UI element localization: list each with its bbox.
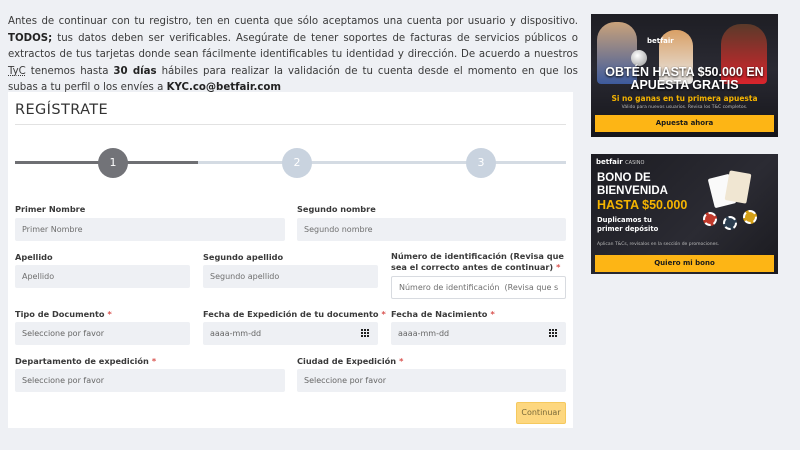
continue-button[interactable]: Continuar <box>516 402 566 424</box>
required-asterisk: * <box>107 309 112 319</box>
casino-chip-icon <box>723 216 737 230</box>
ad2-description: Duplicamos tu primer depósito <box>597 216 659 233</box>
stepper-track-pending <box>198 161 566 164</box>
ad1-fineprint: Válido para nuevos usuarios. Revisa los … <box>621 105 748 110</box>
fecha-nacimiento-input[interactable]: aaaa-mm-dd <box>391 322 566 345</box>
ciudad-select[interactable]: Seleccione por favor <box>297 369 566 392</box>
casino-chip-icon <box>703 212 717 226</box>
betfair-logo: betfair <box>647 37 674 45</box>
segundo-apellido-label: Segundo apellido <box>203 252 284 262</box>
tipo-documento-select[interactable]: Seleccione por favor <box>15 322 190 345</box>
notice-text-2: tus datos deben ser verificables. Asegúr… <box>8 32 578 61</box>
title-divider <box>15 124 566 125</box>
numero-id-input[interactable] <box>391 276 566 299</box>
ad2-headline: BONO DE BIENVENIDA <box>597 172 668 197</box>
segundo-nombre-label: Segundo nombre <box>297 204 376 214</box>
ad2-amount: HASTA $50.000 <box>597 198 688 212</box>
apellido-label: Apellido <box>15 252 53 262</box>
segundo-apellido-input[interactable] <box>203 265 378 288</box>
betfair-casino-logo: betfair CASINO <box>596 158 645 166</box>
sports-promo-banner[interactable]: betfair OBTÉN HASTA $50.000 EN APUESTA G… <box>591 14 778 137</box>
playing-card-icon <box>724 170 752 204</box>
segundo-nombre-input[interactable] <box>297 218 566 241</box>
fecha-expedicion-label: Fecha de Expedición de tu documento * <box>203 309 386 319</box>
required-asterisk: * <box>556 262 561 272</box>
fecha-nacimiento-value: aaaa-mm-dd <box>398 329 450 338</box>
required-asterisk: * <box>381 309 386 319</box>
quiero-mi-bono-button[interactable]: Quiero mi bono <box>595 255 774 272</box>
progress-stepper: 1 2 3 <box>15 148 566 178</box>
casino-promo-banner[interactable]: betfair CASINO BONO DE BIENVENIDA HASTA … <box>591 154 778 274</box>
apuesta-ahora-button[interactable]: Apuesta ahora <box>595 115 774 132</box>
casino-chip-icon <box>743 210 757 224</box>
fecha-nacimiento-label: Fecha de Nacimiento * <box>391 309 495 319</box>
ad1-subtitle: Si no ganas en tu primera apuesta <box>611 94 758 103</box>
form-title: REGÍSTRATE <box>15 102 109 118</box>
notice-text-3: tenemos hasta <box>30 65 109 77</box>
step-2: 2 <box>282 148 312 178</box>
calendar-icon[interactable] <box>361 329 370 338</box>
primer-nombre-input[interactable] <box>15 218 285 241</box>
notice-text-1: Antes de continuar con tu registro, ten … <box>8 16 578 27</box>
numero-id-label: Número de identificación (Revisa que sea… <box>391 251 564 272</box>
notice-days: 30 días <box>113 65 157 77</box>
required-asterisk: * <box>490 309 495 319</box>
fecha-expedicion-input[interactable]: aaaa-mm-dd <box>203 322 378 345</box>
tyc-link[interactable]: TyC <box>8 66 26 77</box>
ciudad-label: Ciudad de Expedición * <box>297 356 404 366</box>
primer-nombre-label: Primer Nombre <box>15 204 86 214</box>
tipo-documento-label: Tipo de Documento * <box>15 309 112 319</box>
registration-notice: Antes de continuar con tu registro, ten … <box>8 14 578 97</box>
step-3: 3 <box>466 148 496 178</box>
departamento-label: Departamento de expedición * <box>15 356 157 366</box>
calendar-icon[interactable] <box>549 329 558 338</box>
ad2-fineprint: Aplican T&Cs, revísalos en la sección de… <box>597 242 720 247</box>
required-asterisk: * <box>151 356 157 366</box>
notice-todos: TODOS; <box>8 32 53 44</box>
required-asterisk: * <box>399 356 404 366</box>
departamento-select[interactable]: Seleccione por favor <box>15 369 285 392</box>
fecha-expedicion-value: aaaa-mm-dd <box>210 329 262 338</box>
step-1: 1 <box>98 148 128 178</box>
registration-form-card: REGÍSTRATE 1 2 3 Primer Nombre Segundo n… <box>8 92 573 428</box>
soccer-ball-icon <box>631 50 647 66</box>
ad1-headline: OBTÉN HASTA $50.000 EN APUESTA GRATIS <box>605 65 764 92</box>
apellido-input[interactable] <box>15 265 190 288</box>
